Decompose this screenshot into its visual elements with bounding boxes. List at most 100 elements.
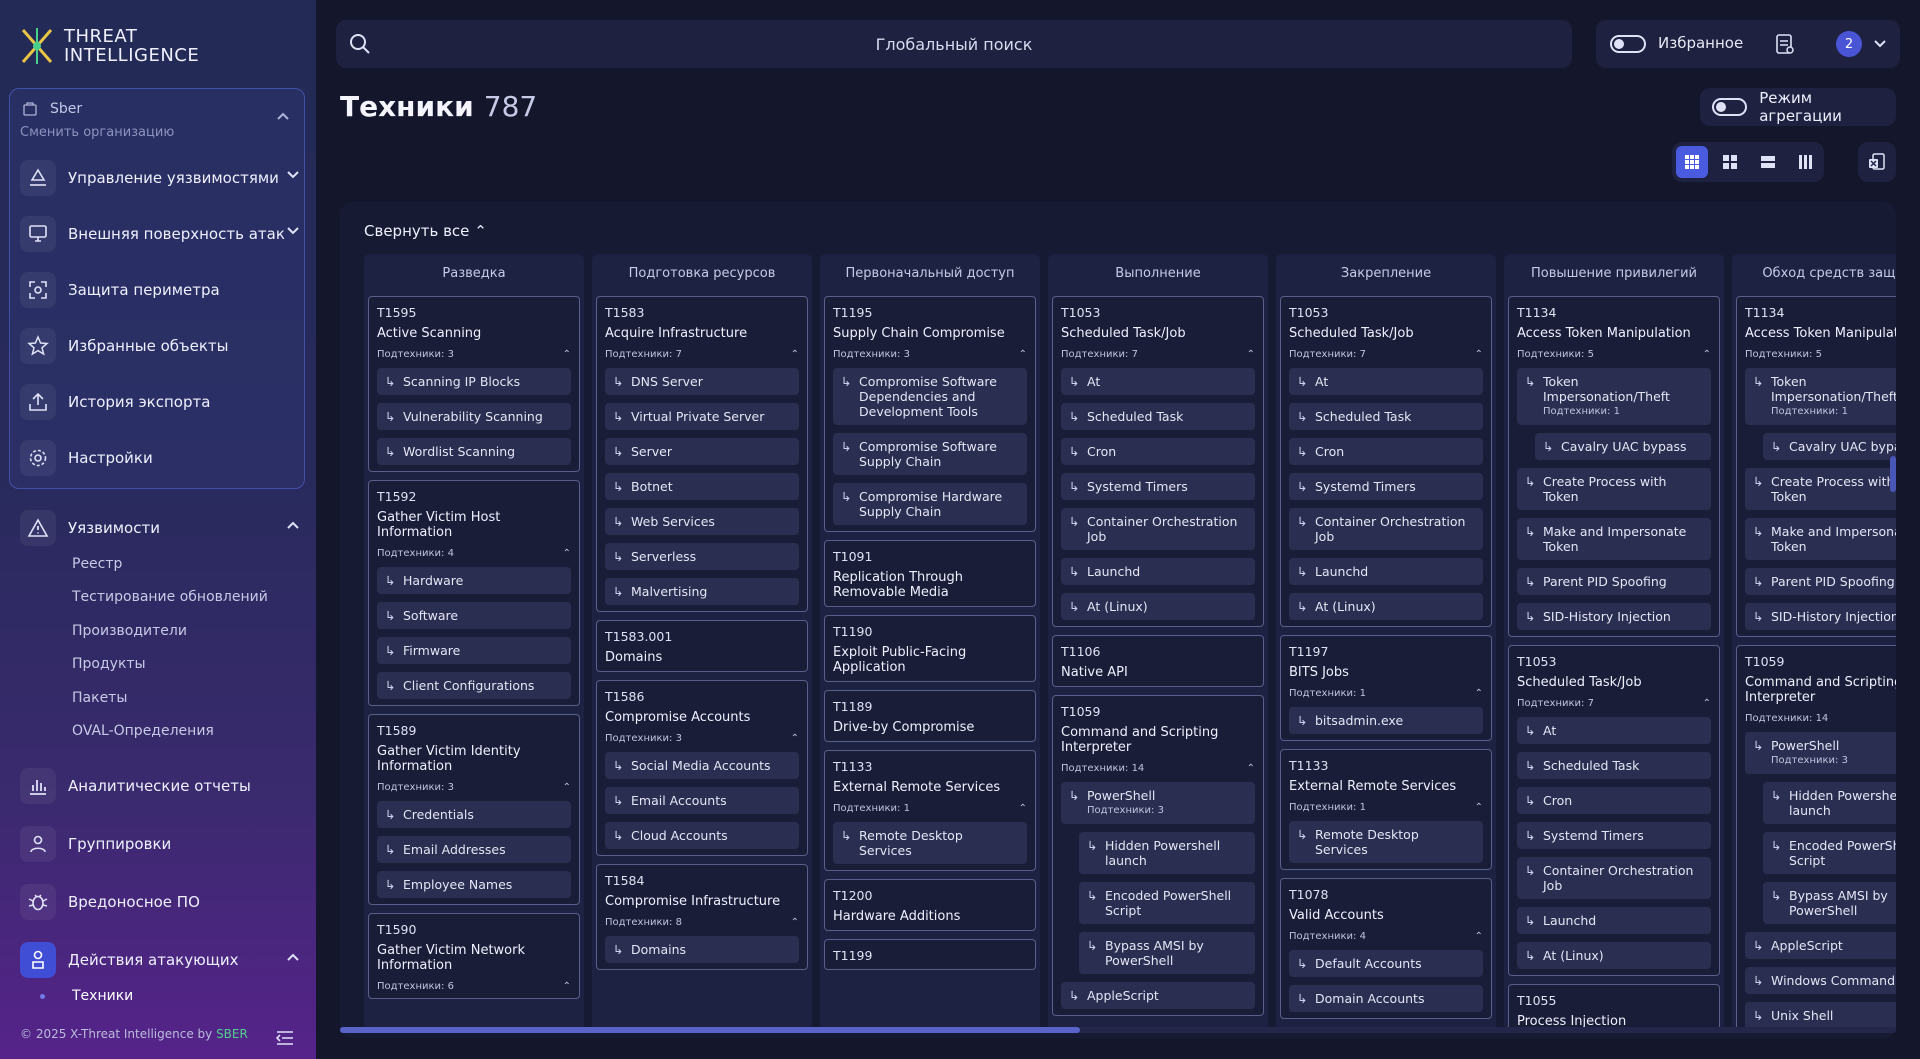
subtechnique-item[interactable]: Default Accounts xyxy=(1289,950,1483,977)
chevron-up-icon[interactable]: ⌃ xyxy=(1703,349,1711,360)
technique-card[interactable]: T1134 Access Token Manipulation Подтехники… xyxy=(1508,296,1720,637)
subtechnique-item[interactable]: Create Process with Token xyxy=(1517,468,1711,510)
subtechnique-item[interactable]: Botnet xyxy=(605,473,799,500)
subtechnique-count-row[interactable]: Подтехники: 14 ⌃ xyxy=(1061,763,1255,774)
subtechnique-item[interactable]: Bypass AMSI by PowerShell xyxy=(1079,932,1255,974)
technique-card[interactable]: T1589 Gather Victim Identity Information П… xyxy=(368,714,580,905)
subtechnique-item[interactable]: Unix Shell xyxy=(1745,1002,1896,1029)
nav-external-surface[interactable]: Внешняя поверхность атак xyxy=(20,214,300,254)
technique-card[interactable]: T1592 Gather Victim Host Information Подте… xyxy=(368,480,580,706)
subtechnique-item[interactable]: Compromise Software Supply Chain xyxy=(833,433,1027,475)
subtechnique-item[interactable]: bitsadmin.exe xyxy=(1289,707,1483,734)
export-button[interactable] xyxy=(1858,142,1896,182)
subtechnique-item[interactable]: Cavalry UAC bypass xyxy=(1535,433,1711,460)
switch-org-link[interactable]: Сменить организацию xyxy=(20,125,174,140)
nav-groups[interactable]: Группировки xyxy=(20,824,300,864)
chevron-up-icon[interactable]: ⌃ xyxy=(1019,349,1027,360)
subnav-techniques[interactable]: Техники xyxy=(72,988,133,1004)
nav-favorites[interactable]: Избранные объекты xyxy=(20,326,300,366)
subtechnique-item[interactable]: Systemd Timers xyxy=(1517,822,1711,849)
collapse-all-button[interactable]: Свернуть все ⌃ xyxy=(364,222,487,240)
subtechnique-item[interactable]: Server xyxy=(605,438,799,465)
nav-vulnerabilities[interactable]: Уязвимости xyxy=(20,508,300,548)
global-search[interactable]: Глобальный поиск xyxy=(336,20,1572,68)
subtechnique-item[interactable]: At (Linux) xyxy=(1517,942,1711,969)
technique-card[interactable]: T1190 Exploit Public-Facing Application xyxy=(824,615,1036,682)
subtechnique-item[interactable]: Credentials xyxy=(377,801,571,828)
technique-card[interactable]: T1583.001 Domains xyxy=(596,620,808,672)
technique-card[interactable]: T1197 BITS Jobs Подтехники: 1 ⌃ bitsadmin.ex… xyxy=(1280,635,1492,741)
subtechnique-item[interactable]: At (Linux) xyxy=(1061,593,1255,620)
subtechnique-item[interactable]: Domains xyxy=(605,936,799,963)
subtechnique-item[interactable]: Parent PID Spoofing xyxy=(1517,568,1711,595)
vertical-scrollbar[interactable] xyxy=(1890,456,1896,492)
chevron-down-icon[interactable] xyxy=(286,226,300,236)
subtechnique-item[interactable]: Systemd Timers xyxy=(1289,473,1483,500)
chevron-up-icon[interactable]: ⌃ xyxy=(1247,763,1255,774)
subtechnique-item[interactable]: Bypass AMSI by PowerShell xyxy=(1763,882,1896,924)
subtechnique-count-row[interactable]: Подтехники: 1 ⌃ xyxy=(1289,802,1483,813)
subnav-products[interactable]: Продукты xyxy=(72,656,146,672)
chevron-up-icon[interactable]: ⌃ xyxy=(791,917,799,928)
subtechnique-item[interactable]: SID-History Injection xyxy=(1517,603,1711,630)
subtechnique-item[interactable]: Hidden Powershell launch xyxy=(1079,832,1255,874)
subtechnique-item[interactable]: Firmware xyxy=(377,637,571,664)
subtechnique-item[interactable]: At xyxy=(1517,717,1711,744)
nav-settings[interactable]: Настройки xyxy=(20,438,300,478)
nav-export-history[interactable]: История экспорта xyxy=(20,382,300,422)
user-avatar-badge[interactable]: 2 xyxy=(1836,31,1862,57)
subtechnique-count-row[interactable]: Подтехники: 1 ⌃ xyxy=(1289,688,1483,699)
technique-card[interactable]: T1189 Drive-by Compromise xyxy=(824,690,1036,742)
chevron-up-icon[interactable]: ⌃ xyxy=(791,349,799,360)
nav-perimeter[interactable]: Защита периметра xyxy=(20,270,300,310)
subtechnique-count-row[interactable]: Подтехники: 7 ⌃ xyxy=(605,349,799,360)
subtechnique-count-row[interactable]: Подтехники: 1 ⌃ xyxy=(833,803,1027,814)
technique-card[interactable]: T1133 External Remote Services Подтехники:… xyxy=(824,750,1036,871)
logo[interactable]: THREAT INTELLIGENCE xyxy=(20,26,199,66)
clipboard-icon[interactable] xyxy=(1774,32,1796,56)
subtechnique-count-row[interactable]: Подтехники: 4 ⌃ xyxy=(1289,931,1483,942)
technique-card[interactable]: T1584 Compromise Infrastructure Подтехники… xyxy=(596,864,808,970)
chevron-up-icon[interactable]: ⌃ xyxy=(563,981,571,992)
subtechnique-item[interactable]: Software xyxy=(377,602,571,629)
subtechnique-item[interactable]: Make and Impersonate Token xyxy=(1517,518,1711,560)
subnav-vendors[interactable]: Производители xyxy=(72,623,187,639)
chevron-up-icon[interactable]: ⌃ xyxy=(1475,688,1483,699)
technique-card[interactable]: T1586 Compromise Accounts Подтехники: 3 ⌃ So… xyxy=(596,680,808,856)
subnav-packages[interactable]: Пакеты xyxy=(72,690,127,706)
subnav-oval[interactable]: OVAL-Определения xyxy=(72,723,214,739)
subtechnique-item[interactable]: Cron xyxy=(1517,787,1711,814)
technique-card[interactable]: T1134 Access Token Manipulation Подтехники… xyxy=(1736,296,1896,637)
technique-card[interactable]: T1195 Supply Chain Compromise Подтехники: … xyxy=(824,296,1036,532)
chevron-up-icon[interactable]: ⌃ xyxy=(563,349,571,360)
chevron-up-icon[interactable]: ⌃ xyxy=(1247,349,1255,360)
subtechnique-count-row[interactable]: Подтехники: 7 ⌃ xyxy=(1061,349,1255,360)
subtechnique-item[interactable]: Wordlist Scanning xyxy=(377,438,571,465)
chevron-up-icon[interactable] xyxy=(286,520,300,530)
chevron-up-icon[interactable]: ⌃ xyxy=(563,782,571,793)
subtechnique-count-row[interactable]: Подтехники: 7 ⌃ xyxy=(1289,349,1483,360)
subtechnique-item[interactable]: Encoded PowerShell Script xyxy=(1763,832,1896,874)
subtechnique-item[interactable]: Hidden Powershell launch xyxy=(1763,782,1896,824)
view-columns-button[interactable] xyxy=(1790,146,1822,178)
subtechnique-item[interactable]: At (Linux) xyxy=(1289,593,1483,620)
subnav-registry[interactable]: Реестр xyxy=(72,556,122,572)
subtechnique-count-row[interactable]: Подтехники: 5⌃ xyxy=(1745,349,1896,360)
technique-card[interactable]: T1078 Valid Accounts Подтехники: 4 ⌃ Default… xyxy=(1280,878,1492,1019)
chevron-up-icon[interactable]: ⌃ xyxy=(1475,802,1483,813)
horizontal-scrollbar[interactable] xyxy=(340,1027,1896,1033)
subtechnique-item[interactable]: Compromise Hardware Supply Chain xyxy=(833,483,1027,525)
subtechnique-item[interactable]: Web Services xyxy=(605,508,799,535)
subtechnique-item[interactable]: Cron xyxy=(1289,438,1483,465)
subtechnique-item[interactable]: Scheduled Task xyxy=(1061,403,1255,430)
nav-vuln-management[interactable]: Управление уязвимостями xyxy=(20,158,300,198)
subtechnique-item[interactable]: At xyxy=(1289,368,1483,395)
chevron-down-icon[interactable] xyxy=(1874,39,1886,49)
technique-card[interactable]: T1199 xyxy=(824,939,1036,970)
subtechnique-count-row[interactable]: Подтехники: 7 ⌃ xyxy=(1517,698,1711,709)
subtechnique-item[interactable]: Launchd xyxy=(1517,907,1711,934)
subtechnique-item[interactable]: Token Impersonation/Theft Подтехники: 1 xyxy=(1745,368,1896,425)
subtechnique-count-row[interactable]: Подтехники: 8 ⌃ xyxy=(605,917,799,928)
subtechnique-item[interactable]: At xyxy=(1061,368,1255,395)
subtechnique-item[interactable]: Hardware xyxy=(377,567,571,594)
